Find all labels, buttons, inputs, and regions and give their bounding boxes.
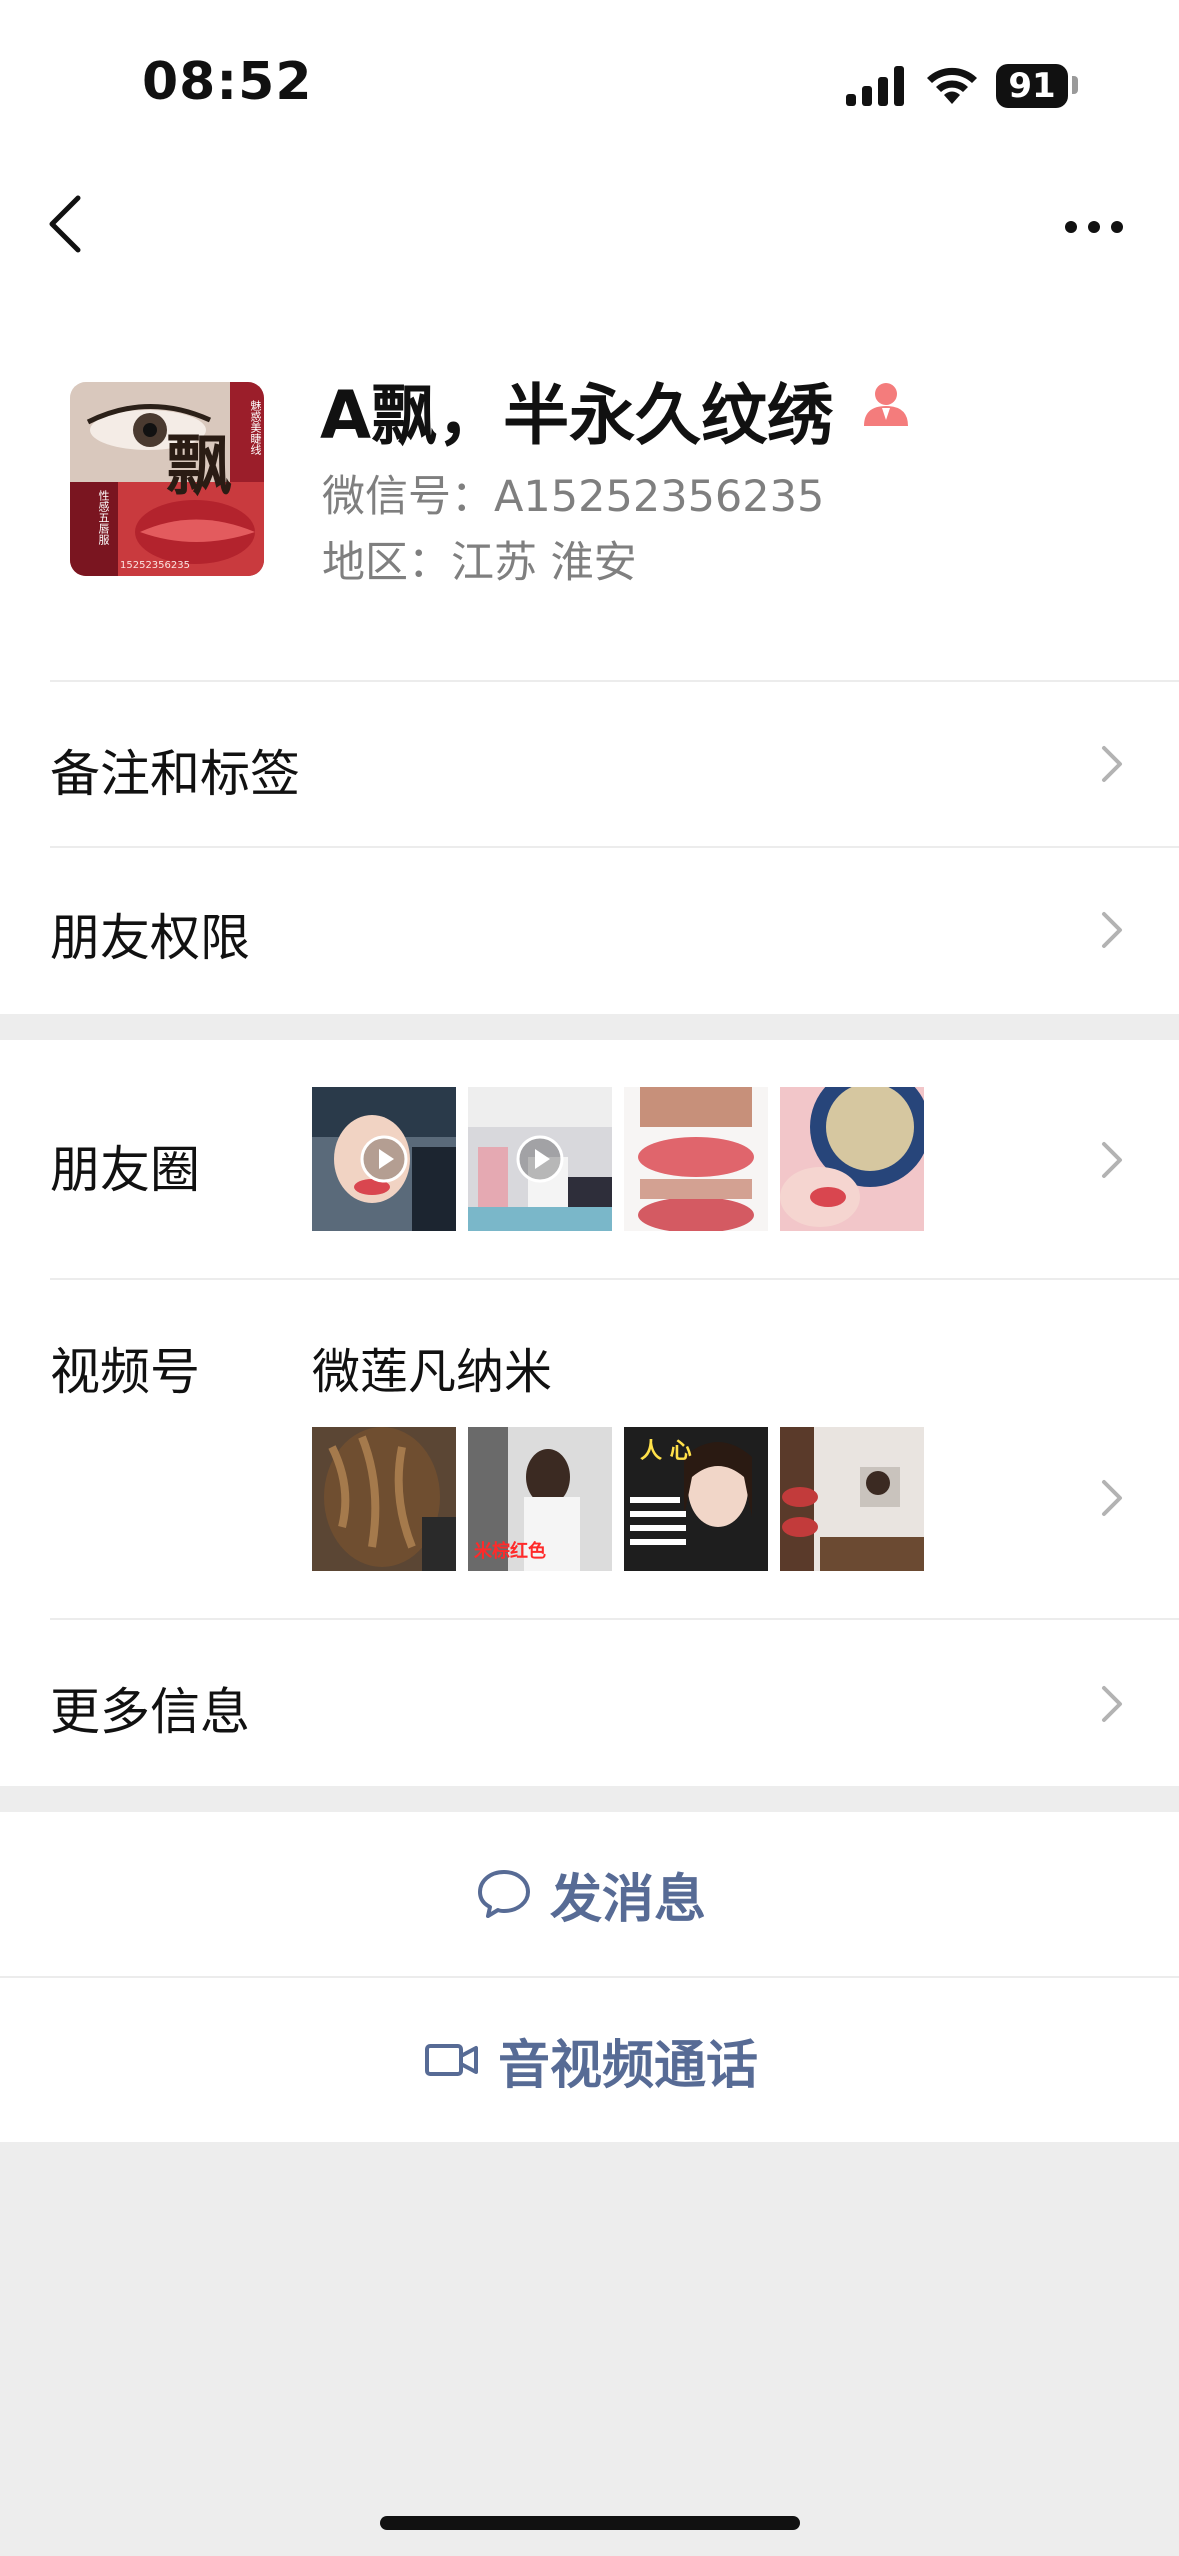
status-time: 08:52 bbox=[142, 52, 313, 112]
video-camera-icon bbox=[425, 2044, 478, 2076]
moments-thumb bbox=[312, 1087, 456, 1231]
moments-thumb bbox=[468, 1087, 612, 1231]
avatar[interactable]: 飘 魅惑美睫线 性感五唇服 15252356235 bbox=[70, 382, 264, 576]
send-message-label: 发消息 bbox=[550, 1869, 707, 1930]
avatar-tag2: 性感五唇服 bbox=[97, 490, 110, 545]
channels-thumb bbox=[780, 1427, 924, 1571]
settings-section: 备注和标签 朋友权限 bbox=[0, 680, 1179, 1014]
chevron-right-icon bbox=[1102, 746, 1122, 782]
avatar-tag1: 魅惑美睫线 bbox=[249, 400, 262, 455]
row-moments[interactable]: 朋友圈 bbox=[0, 1040, 1179, 1278]
profile-name: A飘，半永久纹绣 bbox=[320, 377, 834, 454]
home-indicator bbox=[380, 2516, 800, 2530]
video-call-label: 音视频通话 bbox=[498, 2035, 759, 2096]
row-remark-tags[interactable]: 备注和标签 bbox=[0, 682, 1179, 846]
video-call-button[interactable]: 音视频通话 bbox=[0, 1978, 1179, 2142]
channels-thumb: 米棕红色 bbox=[468, 1427, 612, 1571]
row-moments-label: 朋友圈 bbox=[50, 1141, 200, 1199]
row-more-info[interactable]: 更多信息 bbox=[0, 1620, 1179, 1786]
battery-indicator: 91 bbox=[996, 64, 1068, 108]
row-channels-label: 视频号 bbox=[50, 1343, 200, 1401]
nav-bar bbox=[0, 150, 1179, 300]
row-channels[interactable]: 视频号 微莲凡纳米 米棕红色 人 心 bbox=[0, 1280, 1179, 1618]
status-bar: 08:52 91 bbox=[0, 0, 1179, 150]
row-friend-permission[interactable]: 朋友权限 bbox=[0, 848, 1179, 1014]
chevron-right-icon bbox=[1102, 1480, 1122, 1516]
channels-thumb: 人 心 bbox=[624, 1427, 768, 1571]
row-permission-label: 朋友权限 bbox=[50, 909, 250, 967]
back-chevron-icon[interactable] bbox=[46, 194, 86, 254]
chevron-right-icon bbox=[1102, 1142, 1122, 1178]
play-icon bbox=[516, 1135, 564, 1183]
profile-header: 飘 魅惑美睫线 性感五唇服 15252356235 A飘，半永久纹绣 微信号：A… bbox=[0, 300, 1179, 680]
chevron-right-icon bbox=[1102, 1686, 1122, 1722]
channels-thumb bbox=[312, 1427, 456, 1571]
avatar-phone: 15252356235 bbox=[120, 560, 190, 571]
video-call-content: 音视频通话 bbox=[424, 1978, 758, 2142]
row-remark-label: 备注和标签 bbox=[50, 745, 300, 803]
channels-account-name: 微莲凡纳米 bbox=[312, 1344, 553, 1400]
send-message-button[interactable]: 发消息 bbox=[0, 1812, 1179, 1976]
wifi-icon bbox=[927, 67, 977, 104]
row-more-info-label: 更多信息 bbox=[50, 1683, 250, 1741]
region: 地区：江苏 淮安 bbox=[322, 538, 637, 588]
more-options-icon[interactable] bbox=[1064, 220, 1124, 234]
send-message-content: 发消息 bbox=[476, 1812, 706, 1976]
channels-thumb-caption: 米棕红色 bbox=[474, 1541, 546, 1562]
wechat-id: 微信号：A15252356235 bbox=[322, 472, 825, 522]
chevron-right-icon bbox=[1102, 912, 1122, 948]
cellular-signal-icon bbox=[846, 66, 904, 106]
person-badge-icon bbox=[864, 383, 908, 426]
channels-thumb-caption: 人 心 bbox=[640, 1439, 692, 1464]
play-icon bbox=[360, 1135, 408, 1183]
battery-cap bbox=[1072, 76, 1078, 94]
chat-bubble-icon bbox=[478, 1870, 530, 1918]
avatar-big-char: 飘 bbox=[166, 427, 232, 504]
moments-thumb bbox=[780, 1087, 924, 1231]
content-section: 朋友圈 视频号 微莲凡纳米 米棕红色 人 心 更多信息 bbox=[0, 1040, 1179, 1786]
moments-thumb bbox=[624, 1087, 768, 1231]
